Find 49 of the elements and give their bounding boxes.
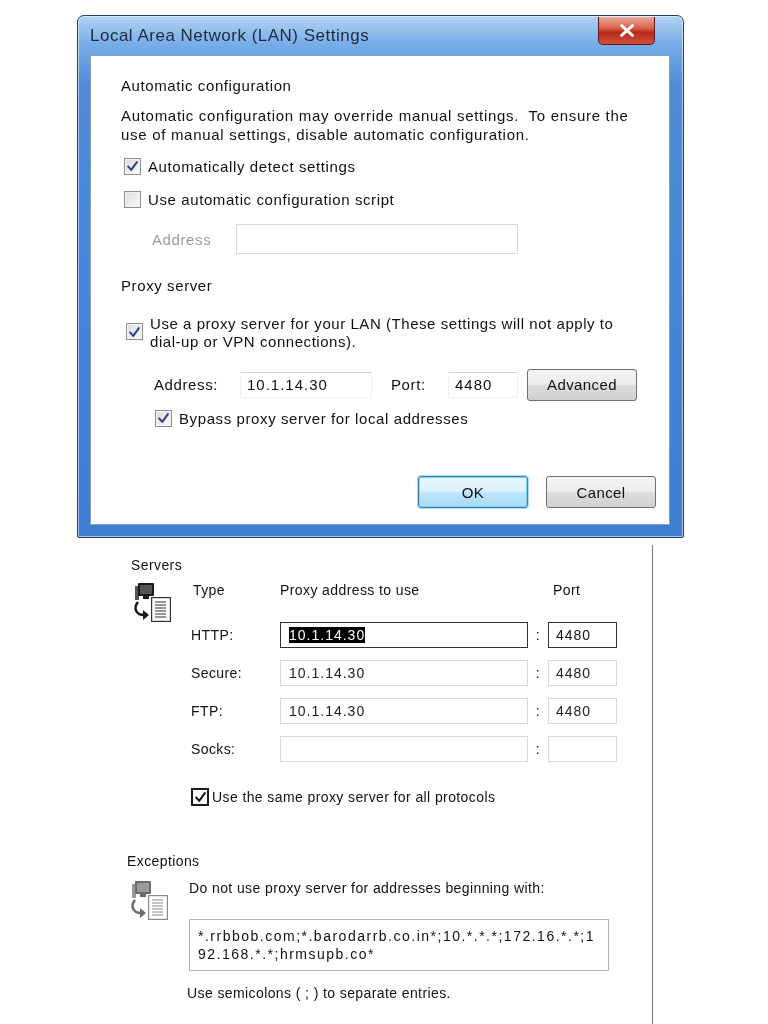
checkbox[interactable]	[126, 323, 143, 340]
close-button[interactable]	[598, 17, 655, 45]
checkbox-label: Use the same proxy server for all protocols	[212, 789, 496, 805]
protocol-label: Socks:	[191, 741, 236, 757]
port-separator: :	[535, 627, 541, 643]
address-field[interactable]: 10.1.14.30	[240, 371, 372, 398]
computer-document-icon	[132, 582, 172, 622]
check-icon	[127, 161, 138, 171]
instruction-text: Do not use proxy server for addresses beginning with:	[189, 880, 545, 896]
port-separator: :	[535, 741, 541, 757]
computer-document-icon	[128, 880, 170, 920]
exceptions-field[interactable]: *.rrbbob.com;*.barodarrb.co.in*;10.*.*.*;172.16.*.*;192.168.*.*;hrmsupb.co*	[189, 919, 609, 971]
field-label: Address:	[154, 376, 218, 393]
close-icon	[619, 24, 634, 37]
protocol-label: HTTP:	[191, 627, 234, 643]
ok-button[interactable]: OK	[418, 476, 528, 508]
column-header: Port	[553, 582, 581, 598]
description-text: Automatic configuration may override manual settings. To ensure the use of manual settings, disable automatic configuration.	[121, 106, 630, 144]
checkbox[interactable]	[124, 157, 141, 175]
checkbox-label: Use a proxy server for your LAN (These settings will not apply to dial-up or VPN connections).	[150, 315, 615, 351]
port-field[interactable]: 4480	[548, 622, 617, 648]
address-field[interactable]	[236, 224, 518, 254]
hint-text: Use semicolons ( ; ) to separate entries.	[187, 985, 451, 1001]
port-separator: :	[535, 703, 541, 719]
checkbox[interactable]	[155, 409, 172, 427]
check-icon	[158, 413, 169, 423]
address-field[interactable]: 10.1.14.30	[280, 622, 528, 648]
section-heading: Automatic configuration	[121, 77, 292, 95]
check-icon	[194, 792, 206, 802]
protocol-label: Secure:	[191, 665, 243, 681]
checkbox-label: Use automatic configuration script	[148, 190, 395, 208]
cancel-button[interactable]: Cancel	[546, 476, 656, 508]
section-heading: Exceptions	[127, 853, 200, 869]
column-header: Type	[193, 582, 225, 598]
field-label: Address	[152, 230, 212, 248]
section-heading: Servers	[131, 557, 183, 573]
protocol-label: FTP:	[191, 703, 223, 719]
port-field[interactable]: 4480	[448, 371, 518, 398]
window-title: Local Area Network (LAN) Settings	[90, 26, 370, 46]
port-separator: :	[535, 665, 541, 681]
checkbox[interactable]	[191, 788, 209, 806]
check-icon	[129, 326, 140, 337]
checkbox-label: Automatically detect settings	[148, 157, 356, 175]
checkbox[interactable]	[124, 190, 141, 208]
advanced-button[interactable]: Advanced	[527, 368, 637, 401]
field-label: Port:	[391, 376, 426, 393]
section-heading: Proxy server	[121, 277, 213, 295]
checkbox-label: Bypass proxy server for local addresses	[179, 409, 469, 427]
column-header: Proxy address to use	[280, 582, 420, 598]
